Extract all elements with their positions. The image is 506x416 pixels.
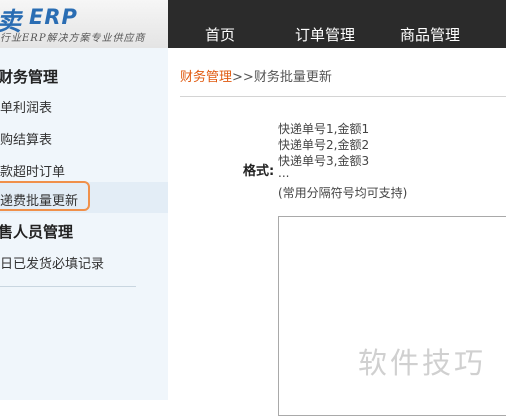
top-bar: 卖 ERP 行业ERP解决方案专业供应商 首页 订单管理 商品管理 bbox=[0, 0, 506, 48]
breadcrumb: 财务管理>>财务批量更新 bbox=[180, 66, 332, 85]
active-item-outline bbox=[0, 181, 90, 211]
breadcrumb-link-finance[interactable]: 财务管理 bbox=[180, 70, 232, 85]
sidebar-item-order-profit[interactable]: 单利润表 bbox=[0, 97, 52, 116]
logo-tagline: 行业ERP解决方案专业供应商 bbox=[0, 33, 146, 44]
content-divider bbox=[180, 96, 506, 97]
format-separator-note: (常用分隔符号均可支持) bbox=[278, 186, 408, 200]
format-ellipsis: ... bbox=[278, 166, 290, 180]
logo[interactable]: 卖 ERP 行业ERP解决方案专业供应商 bbox=[0, 0, 168, 48]
batch-input-textarea[interactable] bbox=[278, 216, 506, 416]
sidebar-item-purchase-settlement[interactable]: 购结算表 bbox=[0, 129, 52, 148]
sidebar-item-overdue-orders[interactable]: 款超时订单 bbox=[0, 161, 65, 180]
format-label: 格式: bbox=[243, 164, 275, 179]
breadcrumb-separator: >> bbox=[232, 70, 254, 85]
sidebar-section-sales-staff: 售人员管理 bbox=[0, 223, 74, 241]
sidebar-divider bbox=[0, 286, 136, 287]
format-example-line: 快递单号3,金额3 bbox=[278, 154, 370, 168]
watermark: 软件技巧 bbox=[358, 346, 487, 380]
nav-home[interactable]: 首页 bbox=[205, 24, 235, 45]
nav-order-management[interactable]: 订单管理 bbox=[295, 24, 355, 45]
breadcrumb-current: 财务批量更新 bbox=[253, 70, 332, 85]
logo-english-text: ERP bbox=[29, 5, 78, 29]
format-example-line: 快递单号2,金额2 bbox=[278, 138, 370, 152]
format-example-line: 快递单号1,金额1 bbox=[278, 122, 370, 136]
sidebar-section-finance: 财务管理 bbox=[0, 68, 59, 86]
nav-product-management[interactable]: 商品管理 bbox=[400, 24, 460, 45]
sidebar-item-daily-shipped-record[interactable]: 日已发货必填记录 bbox=[0, 253, 104, 272]
